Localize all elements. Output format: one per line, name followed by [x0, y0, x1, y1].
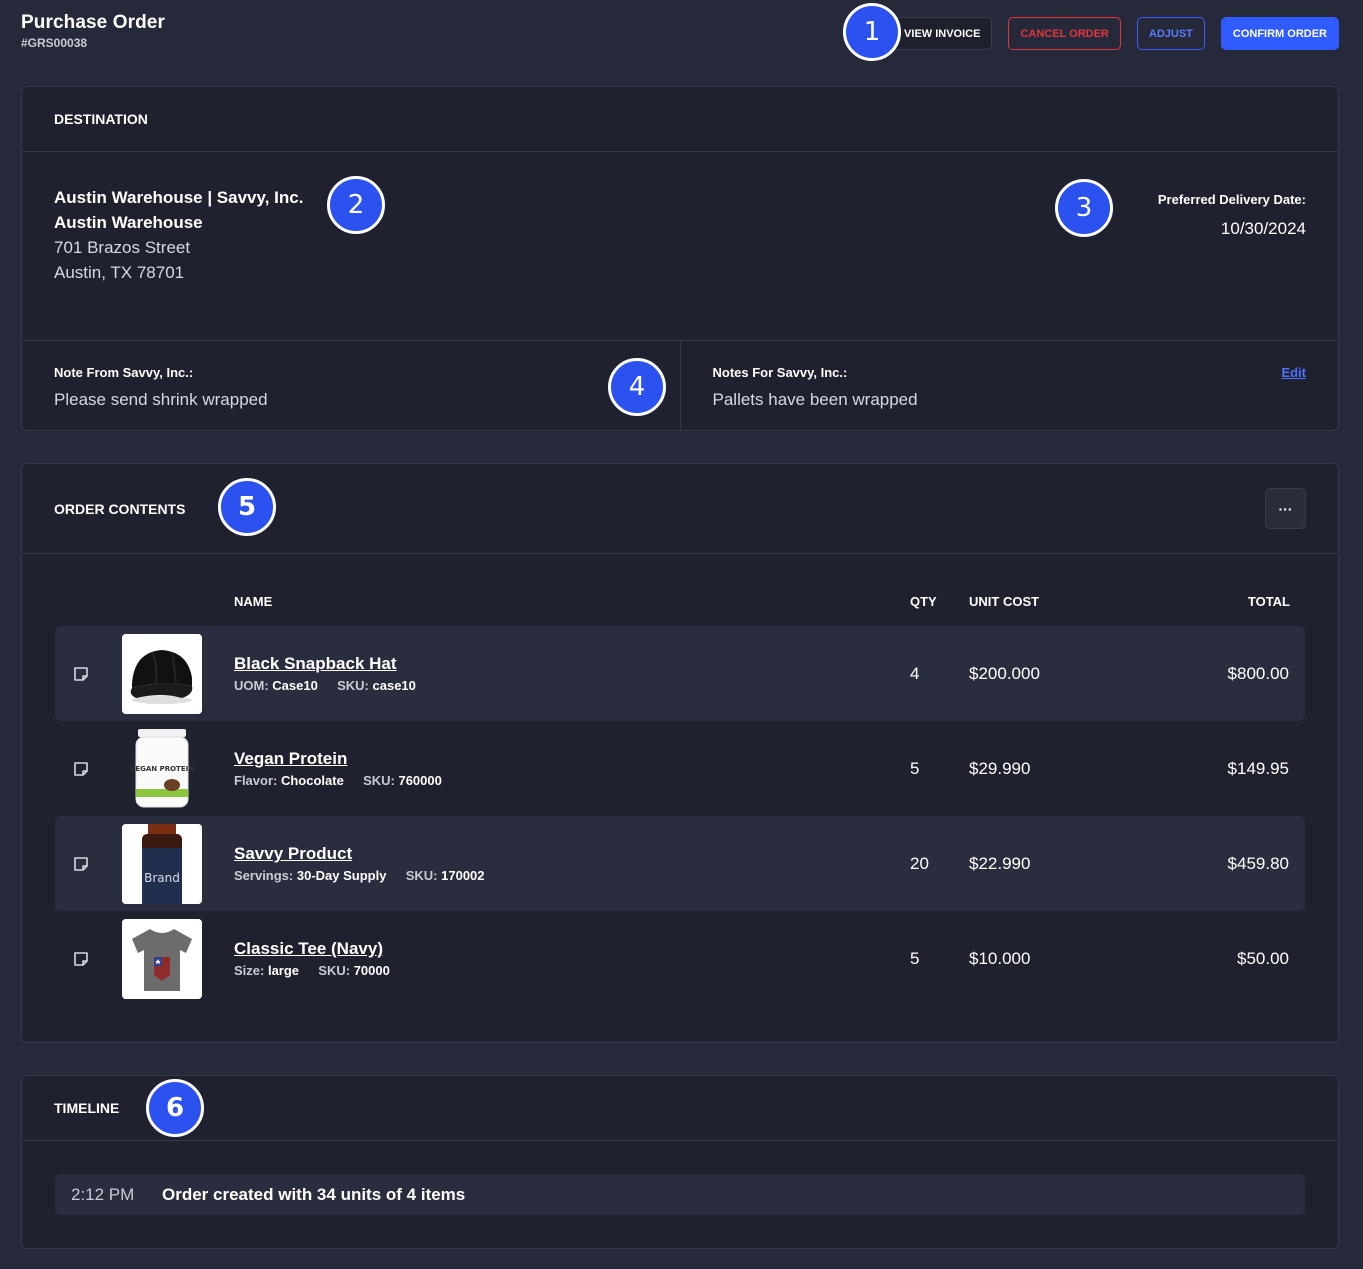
timeline-event: 2:12 PM Order created with 34 units of 4… — [55, 1174, 1305, 1215]
sku-label: SKU: — [405, 868, 438, 883]
sku-value: 170002 — [441, 868, 485, 883]
table-row[interactable]: Black Snapback Hat UOM: Case10 SKU: case… — [55, 626, 1305, 721]
note-from-label: Note From Savvy, Inc.: — [54, 365, 194, 380]
step-badge-5: 5 — [218, 478, 276, 536]
sku-label: SKU: — [363, 773, 395, 788]
column-unit-cost: UNIT COST — [969, 594, 1040, 609]
cap-icon — [122, 634, 202, 714]
view-invoice-button[interactable]: VIEW INVOICE — [892, 17, 993, 50]
item-qty: 4 — [910, 664, 920, 683]
sku-value: 760000 — [398, 773, 442, 788]
column-qty: QTY — [910, 594, 937, 609]
note-from-savvy: Note From Savvy, Inc.: Please send shrin… — [22, 341, 680, 430]
confirm-order-button[interactable]: CONFIRM ORDER — [1220, 17, 1339, 50]
destination-heading: DESTINATION — [22, 87, 1338, 152]
note-icon[interactable] — [73, 856, 89, 872]
sku-value: 70000 — [353, 963, 390, 978]
product-meta: Servings: 30-Day Supply SKU: 170002 — [234, 868, 485, 883]
attr-label: Servings: — [234, 868, 294, 883]
page-title: Purchase Order — [21, 12, 165, 33]
timeline-card: TIMELINE 6 2:12 PM Order created with 34… — [21, 1075, 1339, 1249]
edit-notes-link[interactable]: Edit — [1281, 365, 1306, 380]
note-for-text: Pallets have been wrapped — [712, 390, 918, 409]
item-total: $800.00 — [1227, 664, 1289, 683]
product-name-link[interactable]: Vegan Protein — [234, 749, 347, 769]
item-unit-cost: $29.990 — [969, 759, 1031, 778]
product-name-link[interactable]: Savvy Product — [234, 844, 352, 864]
step-badge-1: 1 — [843, 3, 901, 61]
attr-value: 30-Day Supply — [296, 868, 387, 883]
destination-address: Austin Warehouse | Savvy, Inc. Austin Wa… — [54, 185, 303, 285]
preferred-delivery: Preferred Delivery Date: 10/30/2024 — [1158, 192, 1306, 239]
delivery-date-value: 10/30/2024 — [1220, 219, 1306, 238]
column-name: NAME — [234, 594, 273, 609]
destination-street: 701 Brazos Street — [54, 238, 191, 257]
table-row[interactable]: Brand Savvy Product Servings: 30-Day Sup… — [55, 816, 1305, 911]
table-header: NAME QTY UNIT COST TOTAL — [22, 554, 1338, 626]
item-qty: 5 — [910, 759, 920, 778]
item-unit-cost: $10.000 — [969, 949, 1031, 968]
item-qty: 20 — [910, 854, 929, 873]
adjust-button[interactable]: ADJUST — [1136, 17, 1205, 50]
item-unit-cost: $22.990 — [969, 854, 1031, 873]
item-total: $459.80 — [1227, 854, 1289, 873]
more-options-button[interactable]: ··· — [1265, 488, 1306, 529]
table-row[interactable]: Classic Tee (Navy) Size: large SKU: 7000… — [55, 911, 1305, 1006]
timeline-event-text: Order created with 34 units of 4 items — [162, 1184, 466, 1204]
destination-heading-text: DESTINATION — [54, 111, 148, 127]
step-badge-3: 3 — [1055, 179, 1113, 237]
product-meta: Size: large SKU: 70000 — [234, 963, 390, 978]
destination-name-line: Austin Warehouse | Savvy, Inc. — [54, 188, 304, 207]
order-contents-heading: ORDER CONTENTS 5 ··· — [22, 464, 1338, 554]
notes-section: Note From Savvy, Inc.: Please send shrin… — [22, 341, 1338, 430]
protein-tub-icon: VEGAN PROTEIN — [122, 729, 202, 809]
attr-value: Case10 — [272, 678, 318, 693]
protein-label-text: VEGAN PROTEIN — [130, 765, 194, 773]
order-contents-card: ORDER CONTENTS 5 ··· NAME QTY UNIT COST … — [21, 463, 1339, 1043]
sku-label: SKU: — [318, 963, 351, 978]
sku-label: SKU: — [337, 678, 369, 693]
step-badge-4: 4 — [608, 358, 666, 416]
step-badge-6: 6 — [146, 1079, 204, 1137]
attr-label: Flavor: — [234, 773, 278, 788]
delivery-date-label: Preferred Delivery Date: — [1157, 192, 1306, 207]
destination-card: DESTINATION Austin Warehouse | Savvy, In… — [21, 86, 1339, 431]
attr-value: Chocolate — [280, 773, 344, 788]
product-name-link[interactable]: Black Snapback Hat — [234, 654, 397, 674]
notes-for-savvy: Notes For Savvy, Inc.: Pallets have been… — [679, 341, 1339, 430]
note-from-text: Please send shrink wrapped — [54, 390, 268, 409]
supplement-bottle-icon: Brand — [122, 824, 202, 904]
order-contents-heading-text: ORDER CONTENTS — [54, 500, 186, 517]
note-icon[interactable] — [73, 761, 89, 777]
note-for-label: Notes For Savvy, Inc.: — [712, 365, 848, 380]
item-total: $50.00 — [1237, 949, 1289, 968]
product-meta: Flavor: Chocolate SKU: 760000 — [234, 773, 442, 788]
timeline-heading-text: TIMELINE — [54, 1100, 120, 1116]
order-id: #GRS00038 — [21, 36, 88, 50]
product-name-link[interactable]: Classic Tee (Navy) — [234, 939, 383, 959]
destination-body: Austin Warehouse | Savvy, Inc. Austin Wa… — [22, 152, 1338, 341]
cancel-order-button[interactable]: CANCEL ORDER — [1008, 17, 1121, 50]
item-unit-cost: $200.000 — [969, 664, 1040, 683]
step-badge-2: 2 — [327, 176, 385, 234]
column-total: TOTAL — [1247, 594, 1290, 609]
item-total: $149.95 — [1227, 759, 1289, 778]
table-row[interactable]: VEGAN PROTEIN Vegan Protein Flavor: Choc… — [55, 721, 1305, 816]
tshirt-icon — [122, 919, 202, 999]
product-meta: UOM: Case10 SKU: case10 — [234, 678, 416, 693]
attr-value: large — [267, 963, 300, 978]
note-icon[interactable] — [73, 951, 89, 967]
item-qty: 5 — [910, 949, 920, 968]
attr-label: UOM: — [234, 678, 269, 693]
note-icon[interactable] — [73, 666, 89, 682]
order-actions: VIEW INVOICE CANCEL ORDER ADJUST CONFIRM… — [892, 17, 1339, 50]
sku-value: case10 — [372, 678, 416, 693]
page-header: Purchase Order #GRS00038 — [21, 12, 165, 50]
timeline-event-time: 2:12 PM — [71, 1184, 135, 1204]
destination-warehouse: Austin Warehouse — [54, 213, 203, 232]
timeline-heading: TIMELINE 6 — [22, 1076, 1338, 1141]
destination-city: Austin, TX 78701 — [54, 263, 185, 282]
bottle-label-text: Brand — [144, 871, 180, 885]
attr-label: Size: — [234, 963, 265, 978]
